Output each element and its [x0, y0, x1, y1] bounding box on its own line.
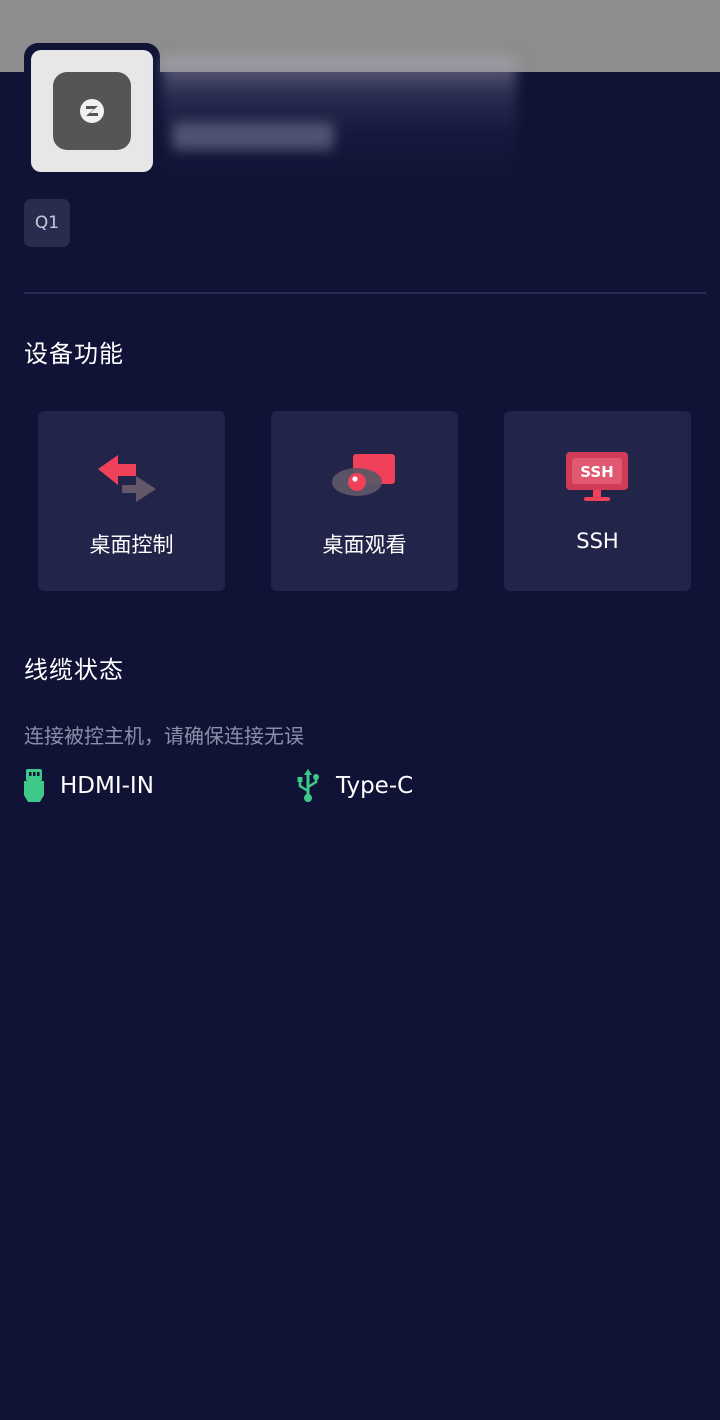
desktop-control-icon — [98, 455, 156, 502]
cable-item-typec: Type-C — [296, 766, 413, 806]
desktop-view-label: 桌面观看 — [322, 533, 407, 557]
cable-hint: 连接被控主机，请确保连接无误 — [24, 724, 304, 748]
ssh-icon: SSH — [566, 452, 628, 501]
desktop-view-icon — [332, 454, 395, 496]
ssh-icon-text: SSH — [580, 463, 614, 481]
hdmi-label: HDMI-IN — [60, 773, 154, 799]
section-title-functions: 设备功能 — [24, 340, 124, 368]
divider — [24, 292, 706, 294]
cable-item-hdmi: HDMI-IN — [24, 766, 154, 806]
model-badge: Q1 — [24, 199, 70, 247]
device-logo-icon — [53, 72, 131, 150]
hdmi-plug-icon — [24, 769, 44, 802]
ssh-label: SSH — [576, 529, 619, 553]
device-status-redacted — [172, 122, 334, 150]
typec-label: Type-C — [336, 773, 414, 799]
device-name-redacted — [162, 56, 516, 184]
desktop-control-card[interactable]: 桌面控制 — [38, 411, 225, 591]
ssh-card[interactable]: SSH SSH — [504, 411, 691, 591]
section-title-cable: 线缆状态 — [24, 656, 124, 684]
desktop-control-label: 桌面控制 — [89, 533, 174, 557]
usb-icon — [297, 769, 319, 802]
device-thumbnail[interactable] — [31, 50, 153, 172]
desktop-view-card[interactable]: 桌面观看 — [271, 411, 458, 591]
